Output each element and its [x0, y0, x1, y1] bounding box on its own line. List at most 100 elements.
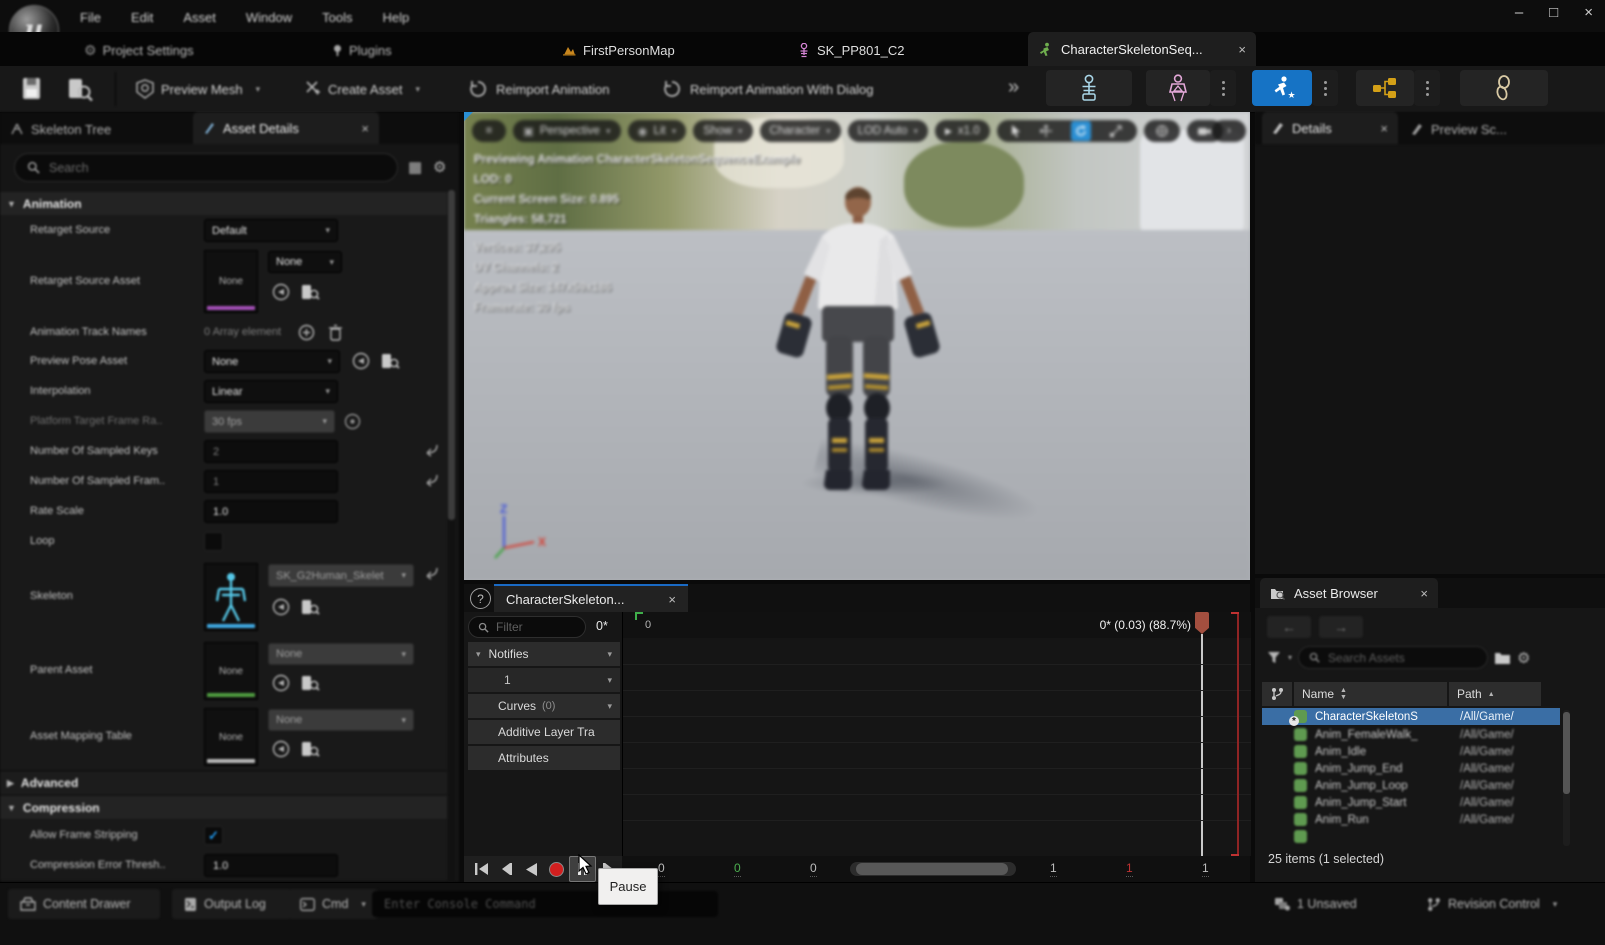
tab-sk-pp801-c2[interactable]: SK_PP801_C2 — [798, 38, 904, 62]
timeline-scrollbar[interactable] — [850, 862, 1016, 876]
forward-button[interactable]: → — [1319, 616, 1363, 638]
show-button[interactable]: Show▾ — [693, 120, 752, 142]
tab-close-icon[interactable]: × — [1380, 121, 1388, 136]
use-selected-icon[interactable] — [352, 352, 370, 370]
preview-pose-asset-dropdown[interactable]: None▾ — [204, 350, 340, 373]
tab-characterskeletonseq-active[interactable]: CharacterSkeletonSeq... × — [1028, 32, 1256, 66]
tab-asset-details-active[interactable]: Asset Details × — [193, 112, 379, 144]
project-settings-button[interactable]: ⚙ Project Settings — [84, 38, 194, 62]
console-command-input[interactable]: Enter Console Command — [372, 891, 718, 917]
retarget-source-asset-thumbnail[interactable]: None — [204, 250, 258, 313]
settings-gear-icon[interactable]: ⚙ — [433, 158, 446, 176]
mesh-mode-options-button[interactable] — [1210, 70, 1236, 106]
view-range-start-value[interactable]: 0 — [658, 861, 665, 877]
play-reverse-button[interactable] — [519, 857, 544, 881]
add-element-icon[interactable] — [298, 324, 315, 341]
asset-row[interactable]: Anim_Jump_Start /All/Game/ — [1262, 794, 1560, 811]
viewport[interactable]: ≡ ▣Perspective▾ ◉Lit▾ Show▾ Character▾ L… — [464, 112, 1250, 580]
num-sampled-keys-field[interactable]: 2 — [204, 440, 338, 463]
menu-edit[interactable]: Edit — [123, 8, 161, 27]
allow-frame-stripping-checkbox[interactable]: ✓ — [204, 826, 223, 845]
browse-asset-icon[interactable] — [300, 598, 320, 616]
tab-details-active[interactable]: Details × — [1262, 112, 1398, 144]
left-scrollbar[interactable] — [448, 190, 455, 890]
animation-mode-button-active[interactable]: ★ — [1252, 70, 1312, 106]
track-attributes[interactable]: Attributes — [468, 746, 620, 770]
output-log-button[interactable]: Output Log — [172, 889, 292, 919]
view-range-end-value[interactable]: 1 — [1202, 861, 1209, 877]
help-icon[interactable]: ? — [470, 588, 491, 609]
mesh-mode-button[interactable] — [1146, 70, 1210, 106]
browse-to-asset-button[interactable] — [66, 76, 94, 102]
playback-speed-button[interactable]: ▶x1.0 — [935, 120, 990, 142]
asset-row[interactable]: Anim_FemaleWalk_ /All/Game/ — [1262, 726, 1560, 743]
tab-close-icon[interactable]: × — [361, 121, 369, 136]
rate-scale-field[interactable]: 1.0 — [204, 500, 338, 523]
playback-range-end-value[interactable]: 1 — [1050, 861, 1057, 877]
parent-asset-dropdown[interactable]: None▾ — [268, 643, 414, 665]
left-scrollbar-thumb[interactable] — [448, 190, 455, 520]
parent-asset-thumbnail[interactable]: None — [204, 642, 258, 700]
revision-control-button[interactable]: Revision Control▾ — [1415, 889, 1605, 919]
rotate-tool-icon-active[interactable] — [1071, 121, 1091, 141]
chevron-down-icon[interactable]: ▾ — [607, 675, 612, 686]
chevron-down-icon[interactable]: ▾ — [607, 649, 612, 660]
maximize-button[interactable]: □ — [1549, 4, 1558, 21]
menu-asset[interactable]: Asset — [175, 8, 224, 27]
retarget-source-dropdown[interactable]: Default▾ — [204, 219, 338, 242]
asset-list-scrollbar[interactable] — [1563, 710, 1570, 846]
character-button[interactable]: Character▾ — [760, 120, 841, 142]
details-search-input[interactable]: Search — [14, 153, 398, 182]
track-curves[interactable]: Curves (0) ▾ — [468, 694, 620, 718]
asset-row[interactable]: Anim_Jump_End /All/Game/ — [1262, 760, 1560, 777]
lod-auto-button[interactable]: LOD Auto▾ — [848, 120, 928, 142]
reimport-animation-button[interactable]: Reimport Animation — [468, 76, 609, 102]
playhead-line[interactable] — [1201, 634, 1203, 856]
use-selected-icon[interactable] — [272, 674, 290, 692]
menu-tools[interactable]: Tools — [314, 8, 360, 27]
category-compression[interactable]: ▼ Compression — [0, 796, 447, 819]
asset-row-selected[interactable]: * CharacterSkeletonS /All/Game/ — [1262, 708, 1560, 725]
working-range-start-value[interactable]: 0 — [734, 861, 741, 877]
record-button[interactable] — [544, 857, 569, 881]
perspective-button[interactable]: ▣Perspective▾ — [513, 120, 621, 142]
trash-icon[interactable] — [328, 324, 343, 341]
save-button[interactable] — [20, 76, 44, 102]
path-column-header[interactable]: Path ▲ — [1449, 682, 1541, 706]
browse-asset-icon[interactable] — [300, 674, 320, 692]
jump-to-start-button[interactable] — [469, 857, 494, 881]
skeleton-asset-dropdown[interactable]: SK_G2Human_Skelet▾ — [268, 564, 414, 587]
use-selected-icon[interactable] — [272, 283, 290, 301]
preview-mesh-button[interactable]: Preview Mesh▾ — [136, 76, 260, 102]
tab-preview-scene[interactable]: Preview Sc... — [1403, 116, 1515, 142]
loop-checkbox[interactable] — [204, 532, 223, 551]
use-selected-icon[interactable] — [272, 740, 290, 758]
menu-help[interactable]: Help — [374, 8, 417, 27]
toolbar-overflow-button[interactable]: » — [1008, 76, 1019, 99]
display-options-icon[interactable]: ▦ — [408, 158, 422, 176]
tab-firstpersonmap[interactable]: FirstPersonMap — [562, 38, 675, 62]
coordinate-space-icon[interactable] — [1144, 120, 1180, 142]
select-tool-icon[interactable] — [1011, 125, 1021, 137]
interpolation-dropdown[interactable]: Linear▾ — [204, 380, 338, 403]
close-button[interactable]: × — [1584, 4, 1593, 21]
asset-list-scrollbar-thumb[interactable] — [1563, 712, 1570, 794]
settings-gear-icon[interactable]: ⚙ — [1517, 649, 1530, 667]
chevron-down-icon[interactable]: ▾ — [476, 649, 481, 660]
tab-close-icon[interactable]: × — [1420, 586, 1428, 601]
scale-tool-icon[interactable] — [1110, 125, 1122, 137]
animation-mode-options-button[interactable] — [1312, 70, 1338, 106]
browse-asset-icon[interactable] — [300, 283, 320, 301]
blueprint-mode-options-button[interactable] — [1414, 70, 1440, 106]
asset-mapping-table-thumbnail[interactable]: None — [204, 708, 258, 766]
browse-asset-icon[interactable] — [380, 352, 400, 370]
track-notify-lane-1[interactable]: 1 ▾ — [468, 668, 620, 692]
tab-asset-browser-active[interactable]: Asset Browser × — [1260, 578, 1438, 608]
revision-column-header[interactable] — [1262, 682, 1292, 706]
menu-window[interactable]: Window — [238, 8, 300, 27]
num-sampled-frames-field[interactable]: 1 — [204, 470, 338, 493]
viewport-menu-icon[interactable]: ≡ — [472, 120, 506, 142]
timeline-scrollbar-thumb[interactable] — [856, 863, 1008, 875]
physics-mode-button[interactable] — [1460, 70, 1548, 106]
retarget-source-asset-dropdown[interactable]: None▾ — [268, 251, 342, 273]
